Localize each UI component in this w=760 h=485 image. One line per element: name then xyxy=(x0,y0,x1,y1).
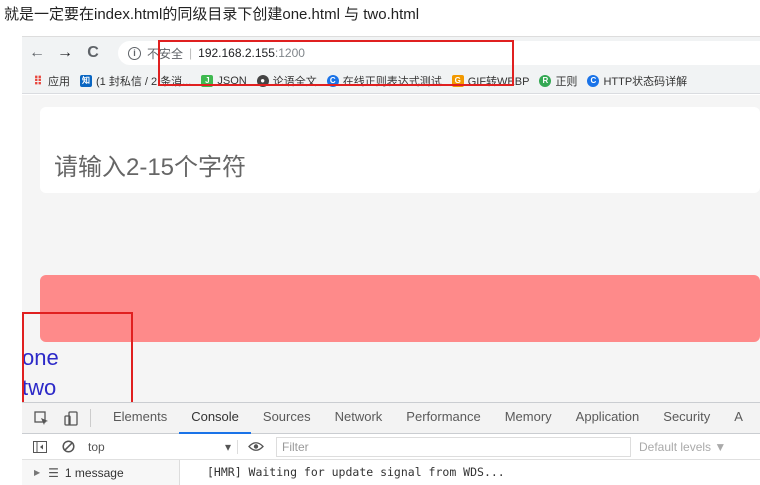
tab-network[interactable]: Network xyxy=(323,402,395,434)
input-card[interactable]: 请输入2-15个字符 xyxy=(40,107,760,193)
bookmark-regex[interactable]: R 正则 xyxy=(539,73,577,89)
info-icon[interactable]: i xyxy=(128,46,141,60)
tab-more[interactable]: A xyxy=(722,402,755,434)
back-icon[interactable]: ← xyxy=(24,40,50,66)
filter-input[interactable]: Filter xyxy=(276,436,631,457)
bookmark-label: HTTP状态码详解 xyxy=(603,75,688,88)
sidebar-toggle-icon[interactable] xyxy=(30,440,50,453)
log-levels-select[interactable]: Default levels ▼ xyxy=(639,440,726,454)
inspect-element-icon[interactable] xyxy=(30,407,52,429)
c-icon: C xyxy=(587,74,600,87)
tab-elements[interactable]: Elements xyxy=(101,402,179,434)
tab-security[interactable]: Security xyxy=(651,402,722,434)
username-input-placeholder: 请输入2-15个字符 xyxy=(54,154,247,181)
bookmark-apps[interactable]: ⠿ 应用 xyxy=(32,73,70,89)
list-icon: ☰ xyxy=(48,465,59,480)
tab-console[interactable]: Console xyxy=(179,402,251,434)
reg-icon: R xyxy=(539,74,552,87)
forward-icon[interactable]: → xyxy=(52,40,78,66)
annotation-box-url xyxy=(158,40,514,86)
clear-console-icon[interactable] xyxy=(58,440,78,453)
submit-bar[interactable] xyxy=(40,275,760,342)
question-caption: 就是一定要在index.html的同级目录下创建one.html 与 two.h… xyxy=(0,0,760,34)
messages-group[interactable]: ▶ ☰ 1 message xyxy=(22,460,180,485)
apps-icon: ⠿ xyxy=(33,73,43,88)
chevron-down-icon: ▾ xyxy=(224,439,231,454)
bookmark-label: 正则 xyxy=(555,75,578,88)
devtools-tab-bar: Elements Console Sources Network Perform… xyxy=(22,402,760,434)
tab-performance[interactable]: Performance xyxy=(394,402,492,434)
tab-application[interactable]: Application xyxy=(564,402,652,434)
tab-sources[interactable]: Sources xyxy=(251,402,323,434)
bookmark-label: 应用 xyxy=(48,75,70,88)
tab-memory[interactable]: Memory xyxy=(493,402,564,434)
expand-arrow-icon: ▶ xyxy=(34,468,41,477)
context-select[interactable]: top ▾ xyxy=(88,439,238,454)
messages-count: 1 message xyxy=(64,465,124,480)
bookmark-http-status[interactable]: C HTTP状态码详解 xyxy=(587,73,687,89)
eye-icon[interactable] xyxy=(246,441,266,452)
reload-icon[interactable]: C xyxy=(80,40,106,66)
device-toolbar-icon[interactable] xyxy=(60,407,82,429)
devtools-divider xyxy=(90,409,91,427)
context-value: top xyxy=(88,439,105,454)
console-log-line: [HMR] Waiting for update signal from WDS… xyxy=(207,465,505,479)
console-body: ▶ ☰ 1 message [HMR] Waiting for update s… xyxy=(22,460,760,485)
console-toolbar: top ▾ Filter Default levels ▼ xyxy=(22,434,760,460)
zhihu-icon: 知 xyxy=(80,74,92,87)
